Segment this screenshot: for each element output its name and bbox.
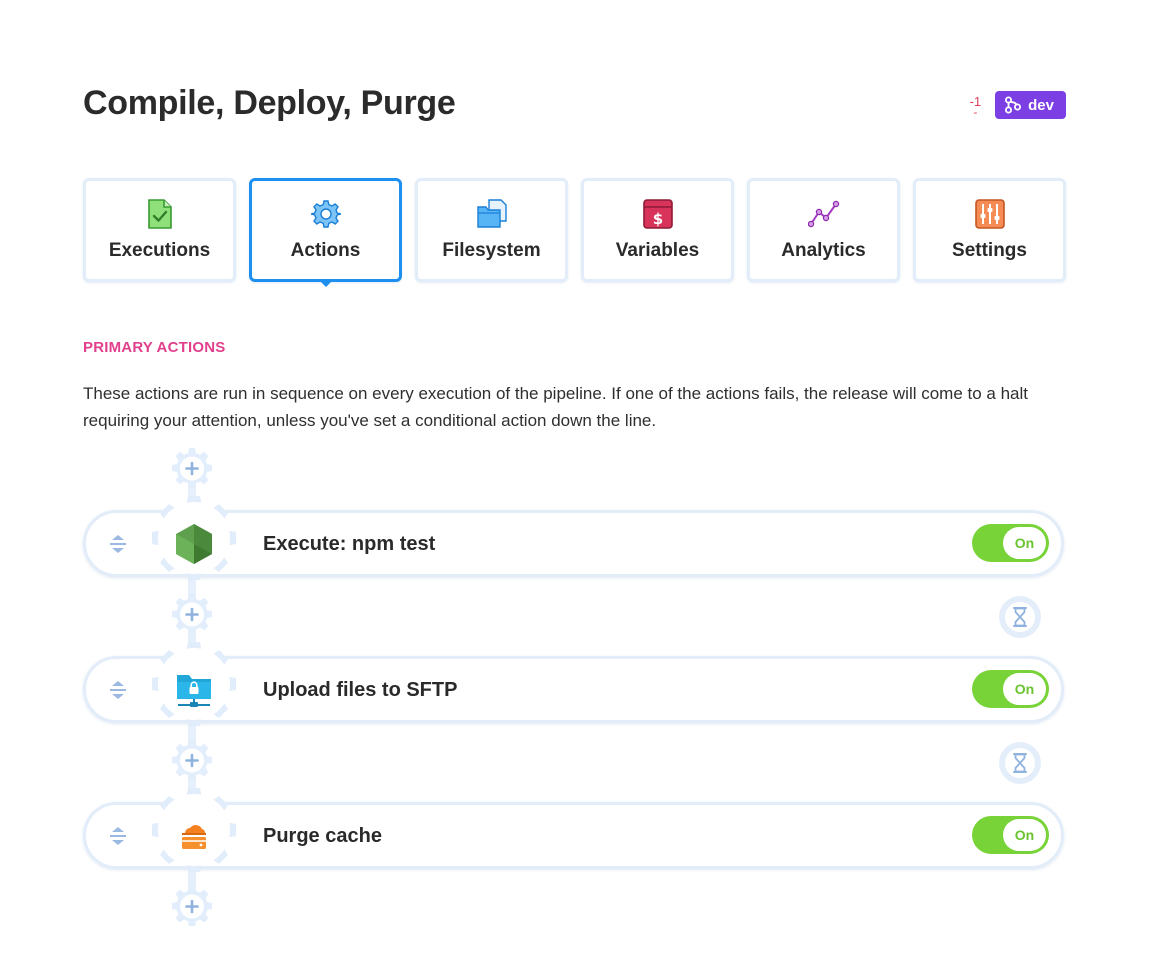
toggle-label: On — [1003, 673, 1046, 705]
drag-handle-icon[interactable] — [106, 532, 130, 556]
tab-label: Filesystem — [442, 240, 541, 261]
action-row[interactable]: Upload files to SFTP On — [83, 642, 1064, 726]
nodejs-icon — [168, 523, 220, 565]
cloudflare-icon — [168, 815, 220, 857]
change-count-dash: - — [973, 104, 978, 119]
sftp-server-icon — [168, 669, 220, 711]
branch-label: dev — [1028, 96, 1054, 114]
tab-settings[interactable]: Settings — [913, 178, 1066, 282]
section-description: These actions are run in sequence on eve… — [83, 384, 1029, 430]
delay-button[interactable] — [999, 742, 1041, 784]
tab-analytics[interactable]: Analytics — [747, 178, 900, 282]
drag-handle-icon[interactable] — [106, 824, 130, 848]
plus-gear-icon — [172, 448, 212, 488]
tab-label: Settings — [952, 240, 1027, 261]
action-name: Purge cache — [263, 825, 382, 847]
tab-label: Variables — [615, 240, 700, 261]
tab-variables[interactable]: $ Variables — [581, 178, 734, 282]
toggle-label: On — [1003, 527, 1046, 559]
page-title: Compile, Deploy, Purge — [83, 84, 456, 122]
tab-bar: Executions Actions Filesystem $ Variable… — [83, 178, 1066, 282]
plus-gear-icon — [172, 594, 212, 634]
action-row[interactable]: Execute: npm test On — [83, 496, 1064, 580]
plus-gear-icon — [172, 886, 212, 926]
delay-button[interactable] — [999, 596, 1041, 638]
action-name: Execute: npm test — [263, 533, 436, 555]
action-row[interactable]: Purge cache On — [83, 788, 1064, 872]
folder-icon — [476, 198, 508, 230]
action-toggle[interactable]: On — [972, 816, 1049, 854]
branch-area: -1 - dev — [970, 91, 1066, 119]
plus-gear-icon — [172, 740, 212, 780]
action-name: Upload files to SFTP — [263, 679, 458, 701]
hourglass-icon — [1013, 607, 1027, 627]
git-branch-icon — [1005, 96, 1022, 114]
add-action-button[interactable] — [170, 447, 214, 491]
tab-actions[interactable]: Actions — [249, 178, 402, 282]
tab-label: Analytics — [781, 240, 866, 261]
tab-label: Actions — [290, 240, 361, 261]
tab-executions[interactable]: Executions — [83, 178, 236, 282]
dollar-icon: $ — [642, 198, 674, 230]
change-count[interactable]: -1 - — [970, 95, 982, 119]
toggle-label: On — [1003, 819, 1046, 851]
action-toggle[interactable]: On — [972, 524, 1049, 562]
tab-label: Executions — [108, 240, 211, 261]
drag-handle-icon[interactable] — [106, 678, 130, 702]
add-action-button[interactable] — [170, 593, 214, 637]
add-action-button[interactable] — [170, 739, 214, 783]
branch-badge[interactable]: dev — [995, 91, 1066, 119]
add-action-button[interactable] — [170, 885, 214, 929]
line-chart-icon — [807, 198, 840, 230]
hourglass-icon — [1013, 753, 1027, 773]
tab-filesystem[interactable]: Filesystem — [415, 178, 568, 282]
gear-icon — [310, 198, 342, 230]
document-check-icon — [144, 198, 176, 230]
action-toggle[interactable]: On — [972, 670, 1049, 708]
svg-text:$: $ — [652, 210, 662, 228]
sliders-icon — [974, 198, 1006, 230]
section-label: PRIMARY ACTIONS — [83, 339, 226, 356]
